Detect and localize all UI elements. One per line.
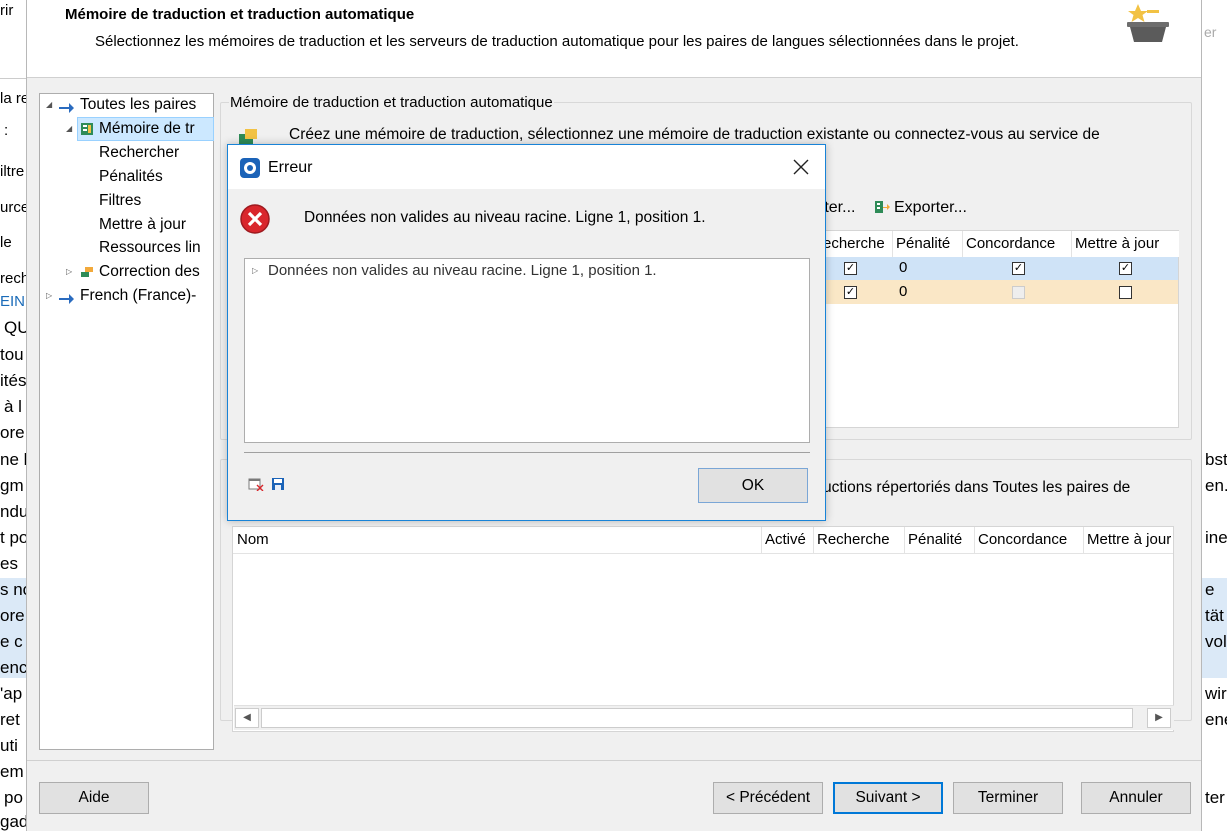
tree-expand-icon[interactable]: ◢: [46, 94, 52, 116]
tm-table: echerche Pénalité Concordance Mettre à j…: [820, 230, 1179, 428]
tm-intro-text: Créez une mémoire de traduction, sélecti…: [289, 126, 1100, 143]
tm-icon: [81, 123, 93, 135]
save-icon[interactable]: [271, 477, 285, 491]
export-button[interactable]: Exporter...: [894, 199, 967, 217]
tree-item-resources[interactable]: Ressources lin: [99, 237, 201, 259]
col-match-header[interactable]: Concordance: [963, 231, 1072, 257]
col-match-header[interactable]: Concordance: [975, 527, 1084, 553]
col-name-header[interactable]: Nom: [233, 527, 762, 553]
tree-collapse-icon[interactable]: ▷: [252, 263, 258, 279]
scroll-thumb[interactable]: [261, 708, 1133, 728]
tm-group-title: Mémoire de traduction et traduction auto…: [229, 94, 554, 111]
error-details-tree[interactable]: ▷ Données non valides au niveau racine. …: [244, 258, 810, 443]
scroll-left-icon[interactable]: ◀: [235, 708, 259, 728]
tree-expand-icon[interactable]: ◢: [66, 118, 72, 140]
row2-match-checkbox: [1012, 286, 1025, 299]
col-penalty-header[interactable]: Pénalité: [905, 527, 975, 553]
tree-item-all-pairs[interactable]: Toutes les paires: [80, 94, 196, 116]
col-search-header[interactable]: Recherche: [814, 527, 905, 553]
cancel-button[interactable]: Annuler: [1081, 782, 1191, 814]
app-logo-icon: [240, 158, 260, 178]
row1-match-checkbox[interactable]: ✓: [1012, 262, 1025, 275]
clear-icon[interactable]: [248, 477, 264, 491]
table-row[interactable]: ✓ 0: [820, 280, 1178, 304]
tree-item-penalties[interactable]: Pénalités: [99, 166, 163, 188]
previous-button[interactable]: < Précédent: [713, 782, 823, 814]
col-update-header[interactable]: Mettre à jour: [1084, 527, 1173, 553]
dialog-titlebar[interactable]: Erreur: [228, 145, 825, 189]
tree-item-french[interactable]: French (France)-: [80, 285, 196, 307]
arrow-right-icon: [59, 103, 74, 113]
scroll-right-icon[interactable]: ▶: [1147, 708, 1171, 728]
row2-search-checkbox[interactable]: ✓: [844, 286, 857, 299]
basket-star-icon: [1127, 4, 1169, 42]
finish-button[interactable]: Terminer: [953, 782, 1063, 814]
error-icon: [240, 204, 270, 234]
help-button[interactable]: Aide: [39, 782, 149, 814]
close-icon[interactable]: [791, 157, 811, 177]
col-enabled-header[interactable]: Activé: [762, 527, 814, 553]
tree-collapse-icon[interactable]: ▷: [66, 261, 72, 283]
row2-update-checkbox[interactable]: [1119, 286, 1132, 299]
arrow-right-icon: [59, 294, 74, 304]
tree-item-filters[interactable]: Filtres: [99, 190, 141, 212]
navigation-tree[interactable]: ◢ Toutes les paires ◢ Mémoire de tr Rech…: [39, 93, 214, 750]
error-message: Données non valides au niveau racine. Li…: [304, 209, 706, 226]
col-update-header[interactable]: Mettre à jour: [1072, 231, 1179, 257]
correction-icon: [81, 267, 93, 277]
wizard-title: Mémoire de traduction et traduction auto…: [65, 6, 415, 23]
mt-intro-text: uctions répertoriés dans Toutes les pair…: [823, 479, 1131, 496]
row1-update-checkbox[interactable]: ✓: [1119, 262, 1132, 275]
col-penalty-header[interactable]: Pénalité: [893, 231, 963, 257]
export-icon: [875, 201, 890, 213]
col-search-header[interactable]: echerche: [820, 231, 893, 257]
ok-button[interactable]: OK: [698, 468, 808, 503]
row1-search-checkbox[interactable]: ✓: [844, 262, 857, 275]
row2-penalty: 0: [899, 283, 908, 300]
wizard-description: Sélectionnez les mémoires de traduction …: [95, 33, 1019, 50]
tree-item-search[interactable]: Rechercher: [99, 142, 179, 164]
error-detail-item[interactable]: Données non valides au niveau racine. Li…: [268, 262, 657, 279]
table-row[interactable]: ✓ 0 ✓ ✓: [820, 257, 1178, 280]
next-button[interactable]: Suivant >: [833, 782, 943, 814]
tree-item-correction[interactable]: Correction des: [99, 261, 200, 283]
tree-item-update[interactable]: Mettre à jour: [99, 214, 186, 236]
dialog-title: Erreur: [268, 159, 313, 176]
error-dialog: Erreur Données non valides au niveau rac…: [227, 144, 826, 521]
row1-penalty: 0: [899, 259, 908, 276]
wizard-header: Mémoire de traduction et traduction auto…: [27, 0, 1201, 78]
tree-item-tm[interactable]: Mémoire de tr: [99, 118, 195, 140]
dialog-separator: [244, 452, 810, 453]
tree-collapse-icon[interactable]: ▷: [46, 285, 52, 307]
horizontal-scrollbar[interactable]: ◀ ▶: [234, 705, 1174, 730]
mt-table: Nom Activé Recherche Pénalité Concordanc…: [232, 526, 1174, 732]
